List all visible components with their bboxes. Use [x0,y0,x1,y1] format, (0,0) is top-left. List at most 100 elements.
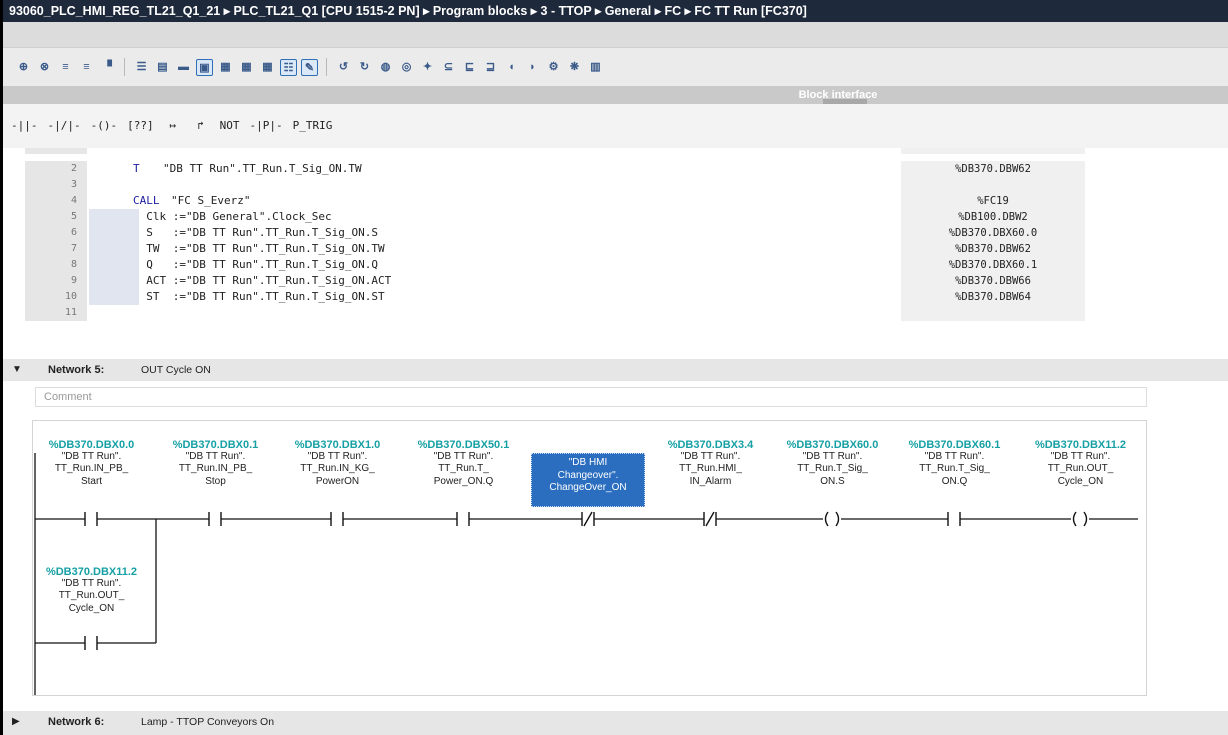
ladder-element-7[interactable] [824,511,840,527]
monitor-stop-icon[interactable]: ◎ [398,59,415,76]
breakpoint-icon[interactable]: ✦ [419,59,436,76]
step-icon[interactable]: ⊆ [440,59,457,76]
normally-open-contact-icon[interactable]: -||- [9,116,40,136]
operand-line-1: "DB HMI [568,457,608,468]
stl-operand[interactable]: Q :="DB TT Run".TT_Run.T_Sig_ON.Q [133,257,378,273]
stl-operand[interactable]: ST :="DB TT Run".TT_Run.T_Sig_ON.ST [133,289,384,305]
line-number: 9 [25,273,87,289]
operand-address: %DB370.DBX11.2 [1034,439,1127,451]
stl-row[interactable]: 3 [3,177,1228,193]
ladder-element-8[interactable] [947,512,961,526]
contact-operand-label[interactable]: %DB370.DBX11.2 "DB TT Run". TT_Run.OUT_ Cyc… [1023,439,1138,488]
stl-operand[interactable]: "FC S_Everz" [171,193,250,209]
ladder-element-5[interactable] [581,511,595,527]
insert-network-icon[interactable]: ⊕ [15,59,32,76]
delete-network-icon[interactable]: ⊗ [36,59,53,76]
param-highlight [89,209,139,225]
network-5-comment[interactable]: Comment [35,387,1147,407]
contact-operand-label[interactable]: %DB370.DBX50.1 "DB TT Run". TT_Run.T_ Power… [406,439,521,488]
stl-row[interactable]: 7 TW :="DB TT Run".TT_Run.T_Sig_ON.TW %DB… [3,241,1228,257]
absolute-operand-icon[interactable]: ▦ [217,59,234,76]
monitor-icon[interactable]: ◍ [377,59,394,76]
selected-operand[interactable]: "DB HMI Changeover". ChangeOver_ON [531,453,645,507]
run-to-icon[interactable]: ◗ [524,59,541,76]
positive-edge-contact-icon[interactable]: -|P|- [248,116,285,136]
stl-row[interactable]: 8 Q :="DB TT Run".TT_Run.T_Sig_ON.Q %DB37… [3,257,1228,273]
operand-info-icon[interactable]: ▦ [259,59,276,76]
line-number [25,148,87,154]
operand-line-3: Cycle_ON [1057,475,1104,487]
ladder-element-1[interactable] [84,512,98,526]
branch-contact[interactable] [84,636,98,650]
not-contact-icon[interactable]: NOT [218,116,242,136]
ladder-element-3[interactable] [330,512,344,526]
append-row-icon[interactable]: ≡ [78,59,95,76]
ladder-element-9[interactable] [1072,511,1088,527]
contact-operand-label[interactable]: %DB370.DBX3.4 "DB TT Run". TT_Run.HMI_ IN_A… [653,439,768,488]
network-5-title[interactable]: OUT Cycle ON [141,359,211,381]
ladder-element-4[interactable] [456,512,470,526]
network-6-title[interactable]: Lamp - TTOP Conveyors On [141,711,274,733]
call-environment-icon[interactable]: ⚙ [545,59,562,76]
contact-operand-label[interactable]: %DB370.DBX60.1 "DB TT Run". TT_Run.T_Sig_ O… [897,439,1012,488]
network-collapse-icon[interactable]: ▬ [175,59,192,76]
favorites-icon[interactable]: ☷ [280,58,297,76]
network-5-header[interactable]: ▼ Network 5: OUT Cycle ON [3,359,1228,381]
insert-row-icon[interactable]: ≡ [57,59,74,76]
stl-row[interactable]: 5 Clk :="DB General".Clock_Sec %DB100.DBW… [3,209,1228,225]
operand-address: %DB370.DBW62 [901,241,1085,257]
contact-operand-label[interactable]: %DB370.DBX60.0 "DB TT Run". TT_Run.T_Sig_ O… [775,439,890,488]
stl-operand[interactable]: ACT :="DB TT Run".TT_Run.T_Sig_ON.ACT [133,273,391,289]
p-trig-icon[interactable]: P_TRIG [291,116,335,136]
operand-address [901,305,1085,321]
indent-icon[interactable]: ☰ [133,59,150,76]
contact-operand-label[interactable]: %DB370.DBX0.1 "DB TT Run". TT_Run.IN_PB_ St… [158,439,273,488]
coil-icon[interactable]: -()- [89,116,120,136]
ladder-network-5[interactable]: %DB370.DBX0.0 "DB TT Run". TT_Run.IN_PB_ St… [32,420,1147,696]
operand-address [901,177,1085,193]
go-to-error-icon[interactable]: ↺ [335,59,352,76]
stl-operand[interactable]: S :="DB TT Run".TT_Run.T_Sig_ON.S [133,225,378,241]
run-icon[interactable]: ◖ [503,59,520,76]
network-6-header[interactable]: ▶ Network 6: Lamp - TTOP Conveyors On [3,711,1228,735]
editor-toolbar: ⊕ ⊗ ≡ ≡ ▝ ☰ ▤ ▬ ▣ ▦ ▦ ▦ ☷ ✎ ↺ ↻ ◍ ◎ ✦ ⊆ … [3,48,1228,86]
symbol-info-icon[interactable]: ✎ [301,58,318,76]
network-5-label: Network 5: [48,364,105,376]
operand-line-1: "DB TT Run". [185,451,246,463]
collapse-triangle-icon[interactable]: ▼ [12,359,22,381]
operand-address: %DB370.DBX1.0 [294,439,381,451]
stl-row[interactable]: 2 T "DB TT Run".TT_Run.T_Sig_ON.TW %DB370.D… [3,161,1228,177]
ladder-element-6[interactable] [703,511,717,527]
go-to-next-icon[interactable]: ↻ [356,59,373,76]
branch-operand-label[interactable]: %DB370.DBX11.2 "DB TT Run". TT_Run.OUT_ Cyc… [34,566,149,615]
operand-line-2: TT_Run.IN_KG_ [300,463,375,475]
stl-operand[interactable]: "DB TT Run".TT_Run.T_Sig_ON.TW [163,161,362,177]
reset-icon[interactable]: ▝ [99,59,116,76]
step-out-icon[interactable]: ⊒ [482,59,499,76]
stl-row[interactable]: 11 [3,305,1228,321]
network-view-icon[interactable]: ▤ [154,59,171,76]
operand-display-icon[interactable]: ▦ [238,59,255,76]
stl-row[interactable]: 4 CALL "FC S_Everz" %FC19 [3,193,1228,209]
stl-operand[interactable]: Clk :="DB General".Clock_Sec [133,209,331,225]
empty-box-icon[interactable]: [??] [125,116,156,136]
ladder-element-2[interactable] [208,512,222,526]
stl-code-editor[interactable]: 2 T "DB TT Run".TT_Run.T_Sig_ON.TW %DB370.D… [3,148,1228,349]
call-hierarchy-icon[interactable]: ❋ [566,59,583,76]
comment-toggle-icon[interactable]: ▣ [196,58,213,76]
stl-operand[interactable]: TW :="DB TT Run".TT_Run.T_Sig_ON.TW [133,241,384,257]
open-branch-icon[interactable]: ↦ [162,116,184,136]
expand-triangle-icon[interactable]: ▶ [12,711,20,733]
stl-row[interactable]: 6 S :="DB TT Run".TT_Run.T_Sig_ON.S %DB37… [3,225,1228,241]
database-icon[interactable]: ▥ [587,59,604,76]
normally-closed-contact-icon[interactable]: -|/|- [46,116,83,136]
operand-address: %FC19 [901,193,1085,209]
step-in-icon[interactable]: ⊑ [461,59,478,76]
block-interface-bar[interactable]: Block interface [3,86,1228,104]
stl-row[interactable]: 10 ST :="DB TT Run".TT_Run.T_Sig_ON.ST %D… [3,289,1228,305]
line-number: 10 [25,289,87,305]
contact-operand-label[interactable]: %DB370.DBX1.0 "DB TT Run". TT_Run.IN_KG_ Po… [280,439,395,488]
contact-operand-label[interactable]: %DB370.DBX0.0 "DB TT Run". TT_Run.IN_PB_ St… [34,439,149,488]
close-branch-icon[interactable]: ↱ [190,116,212,136]
stl-row[interactable]: 9 ACT :="DB TT Run".TT_Run.T_Sig_ON.ACT%… [3,273,1228,289]
